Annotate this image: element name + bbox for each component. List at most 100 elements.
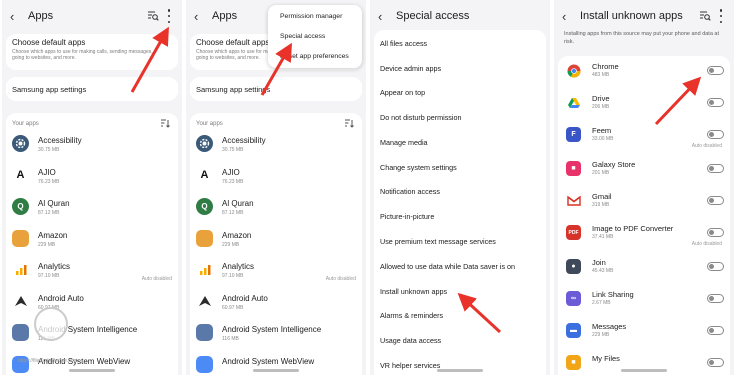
auto-disabled-label: Auto disabled bbox=[691, 241, 722, 247]
unknown-app-row[interactable]: ■ Galaxy Store 201 MB bbox=[558, 157, 730, 187]
sort-icon[interactable] bbox=[344, 119, 354, 128]
sa-item-do-not-disturb[interactable]: Do not disturb permission bbox=[380, 113, 462, 122]
unknown-app-row[interactable]: PDF Image to PDF Converter 37.41 MB Auto di… bbox=[558, 221, 730, 251]
menu-item-reset-app-preferences[interactable]: Reset app preferences bbox=[280, 53, 349, 60]
default-apps-card[interactable]: Choose default apps Choose which apps to… bbox=[6, 34, 178, 70]
app-size: 33.00 MB bbox=[592, 136, 614, 142]
sa-item-install-unknown-apps[interactable]: Install unknown apps bbox=[380, 287, 447, 296]
sa-item-usage-data-access[interactable]: Usage data access bbox=[380, 336, 441, 345]
default-apps-heading: Choose default apps bbox=[196, 38, 270, 47]
unknown-app-row[interactable]: F Feem 33.00 MB Auto disabled bbox=[558, 123, 730, 153]
unknown-app-row[interactable]: ▬ Messages 229 MB bbox=[558, 319, 730, 349]
app-row[interactable]: Accessibility 30.75 MB bbox=[6, 131, 178, 161]
samsung-settings-card[interactable]: Samsung app settings bbox=[190, 77, 362, 101]
overflow-menu: Permission manager Special access Reset … bbox=[268, 5, 362, 68]
link-sharing-icon: ∞ bbox=[566, 291, 581, 306]
top-bar: ‹ Apps bbox=[2, 0, 182, 34]
allow-toggle[interactable] bbox=[707, 326, 724, 335]
app-name: Analytics bbox=[222, 262, 255, 271]
allow-toggle[interactable] bbox=[707, 130, 724, 139]
sa-item-notification-access[interactable]: Notification access bbox=[380, 187, 440, 196]
auto-disabled-label: Auto disabled bbox=[325, 276, 356, 282]
chrome-icon bbox=[566, 63, 581, 78]
app-row[interactable]: A AJIO 76.23 MB bbox=[190, 163, 362, 193]
top-bar: ‹ Install unknown apps bbox=[554, 0, 734, 34]
top-bar: ‹ Special access bbox=[370, 0, 550, 34]
app-size: 201 MB bbox=[592, 170, 610, 176]
samsung-settings-card[interactable]: Samsung app settings bbox=[6, 77, 178, 101]
app-size: 30.75 MB bbox=[38, 147, 60, 153]
more-options-icon[interactable] bbox=[167, 9, 171, 23]
allow-toggle[interactable] bbox=[707, 262, 724, 271]
sa-item-device-admin-apps[interactable]: Device admin apps bbox=[380, 64, 441, 73]
app-size: 76.23 MB bbox=[38, 178, 60, 185]
more-options-icon[interactable] bbox=[719, 9, 723, 23]
analytics-icon bbox=[12, 261, 29, 278]
app-row[interactable]: Android System WebView bbox=[190, 352, 362, 375]
ajio-logo-icon: A bbox=[12, 166, 29, 184]
app-name: Join bbox=[592, 258, 606, 267]
app-row[interactable]: Amazon 229 MB bbox=[190, 226, 362, 256]
gmail-icon bbox=[566, 193, 581, 208]
unknown-app-row[interactable]: Chrome 483 MB bbox=[558, 59, 730, 89]
auto-disabled-label: Auto disabled bbox=[691, 143, 722, 149]
app-size: 206 MB bbox=[592, 104, 610, 110]
back-icon[interactable]: ‹ bbox=[194, 9, 198, 24]
auto-disabled-label: Auto disabled bbox=[141, 276, 172, 282]
sa-item-alarms-reminders[interactable]: Alarms & reminders bbox=[380, 311, 443, 320]
app-row[interactable]: Q Al Quran 87.12 MB bbox=[190, 194, 362, 224]
unknown-app-row[interactable]: Drive 206 MB bbox=[558, 91, 730, 121]
unknown-app-row[interactable]: Gmail 319 MB bbox=[558, 189, 730, 219]
filter-search-icon[interactable] bbox=[699, 11, 711, 21]
app-row[interactable]: Analytics 97.10 MB Auto disabled bbox=[6, 257, 178, 287]
page-title: Install unknown apps bbox=[580, 10, 683, 22]
feem-icon: F bbox=[566, 127, 581, 142]
app-name: Al Quran bbox=[38, 199, 70, 208]
sa-item-manage-media[interactable]: Manage media bbox=[380, 138, 428, 147]
app-row[interactable]: Android Auto60.97 MB bbox=[6, 289, 178, 319]
app-size: 60.97 MB bbox=[222, 304, 244, 311]
back-icon[interactable]: ‹ bbox=[10, 9, 14, 24]
back-icon[interactable]: ‹ bbox=[378, 9, 382, 24]
android-auto-icon bbox=[12, 292, 29, 310]
app-row[interactable]: Accessibility 30.75 MB bbox=[190, 131, 362, 161]
back-icon[interactable]: ‹ bbox=[562, 9, 566, 24]
app-row[interactable]: Q Al Quran 87.12 MB bbox=[6, 194, 178, 224]
allow-toggle[interactable] bbox=[707, 228, 724, 237]
allow-toggle[interactable] bbox=[707, 164, 724, 173]
app-row[interactable]: Android System Intelligence116 MB bbox=[190, 320, 362, 350]
app-row[interactable]: Android System Intelligence116 MB bbox=[6, 320, 178, 350]
page-title: Special access bbox=[396, 10, 470, 22]
sort-icon[interactable] bbox=[160, 119, 170, 128]
app-row[interactable]: Android Auto60.97 MB bbox=[190, 289, 362, 319]
special-access-screen: ‹ Special access All files access Device… bbox=[370, 0, 550, 375]
app-name: Galaxy Store bbox=[592, 160, 636, 169]
unknown-app-row[interactable]: ∞ Link Sharing 2.67 MB bbox=[558, 287, 730, 317]
sa-item-all-files-access[interactable]: All files access bbox=[380, 39, 427, 48]
drive-icon bbox=[566, 95, 581, 110]
sa-item-change-system-settings[interactable]: Change system settings bbox=[380, 163, 457, 172]
menu-item-permission-manager[interactable]: Permission manager bbox=[280, 13, 342, 20]
app-row[interactable]: Amazon 229 MB bbox=[6, 226, 178, 256]
app-row[interactable]: Analytics 97.10 MB Auto disabled bbox=[190, 257, 362, 287]
home-indicator bbox=[621, 369, 667, 372]
allow-toggle[interactable] bbox=[707, 294, 724, 303]
menu-item-special-access[interactable]: Special access bbox=[280, 33, 325, 40]
sa-item-data-saver[interactable]: Allowed to use data while Data saver is … bbox=[380, 262, 515, 271]
sa-item-vr-helper-services[interactable]: VR helper services bbox=[380, 361, 440, 370]
app-row[interactable]: A AJIO 76.23 MB bbox=[6, 163, 178, 193]
default-apps-description: Choose which apps to use for making call… bbox=[12, 49, 153, 61]
amazon-icon bbox=[12, 229, 29, 247]
sa-item-picture-in-picture[interactable]: Picture-in-picture bbox=[380, 212, 434, 221]
allow-toggle[interactable] bbox=[707, 196, 724, 205]
allow-toggle[interactable] bbox=[707, 66, 724, 75]
filter-search-icon[interactable] bbox=[147, 11, 159, 21]
app-name: Al Quran bbox=[222, 199, 254, 208]
unknown-app-row[interactable]: ● Join 45.43 MB bbox=[558, 255, 730, 285]
allow-toggle[interactable] bbox=[707, 98, 724, 107]
sa-item-premium-sms[interactable]: Use premium text message services bbox=[380, 237, 496, 246]
app-name: Messages bbox=[592, 322, 627, 331]
sa-item-appear-on-top[interactable]: Appear on top bbox=[380, 88, 425, 97]
app-name: Android Auto bbox=[222, 293, 268, 303]
allow-toggle[interactable] bbox=[707, 358, 724, 367]
